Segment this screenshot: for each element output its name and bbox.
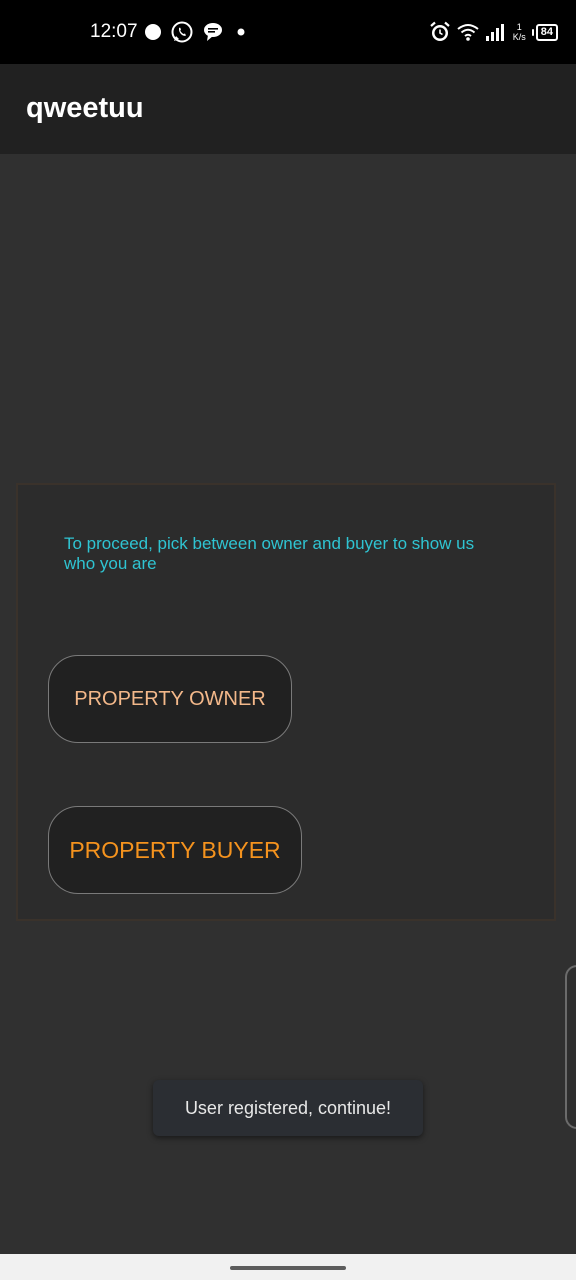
dot-icon	[237, 28, 245, 36]
net-speed-unit: K/s	[512, 32, 526, 42]
app-bar: qweetuu	[0, 64, 576, 154]
whatsapp-icon	[171, 21, 193, 43]
battery-tip	[531, 28, 534, 36]
home-gesture-handle[interactable]	[230, 1266, 346, 1270]
role-prompt: To proceed, pick between owner and buyer…	[64, 534, 475, 573]
property-owner-label: PROPERTY OWNER	[74, 687, 266, 710]
wifi-icon	[457, 24, 479, 41]
alarm-icon	[430, 21, 450, 41]
battery-level: 84	[535, 23, 558, 41]
property-buyer-label: PROPERTY BUYER	[69, 836, 281, 863]
toast-message: User registered, continue!	[153, 1080, 423, 1136]
property-owner-button[interactable]: PROPERTY OWNER	[48, 655, 292, 743]
notification-icons	[144, 20, 250, 44]
status-time: 12:07	[90, 21, 138, 42]
circle-notification-icon	[145, 24, 161, 40]
status-bar: 12:07 1 K/s 84	[0, 0, 576, 64]
chat-bubble-icon	[204, 23, 222, 41]
navigation-bar	[0, 1254, 576, 1280]
property-buyer-button[interactable]: PROPERTY BUYER	[48, 806, 302, 894]
app-title: qweetuu	[26, 92, 144, 124]
system-icons: 1 K/s 84	[429, 18, 558, 46]
battery-icon: 84	[531, 23, 558, 41]
net-speed: 1 K/s	[513, 22, 526, 42]
edge-panel-handle[interactable]	[565, 965, 576, 1129]
signal-icon	[485, 24, 504, 41]
net-speed-value: 1	[516, 22, 522, 32]
role-selection-card: To proceed, pick between owner and buyer…	[16, 483, 556, 921]
